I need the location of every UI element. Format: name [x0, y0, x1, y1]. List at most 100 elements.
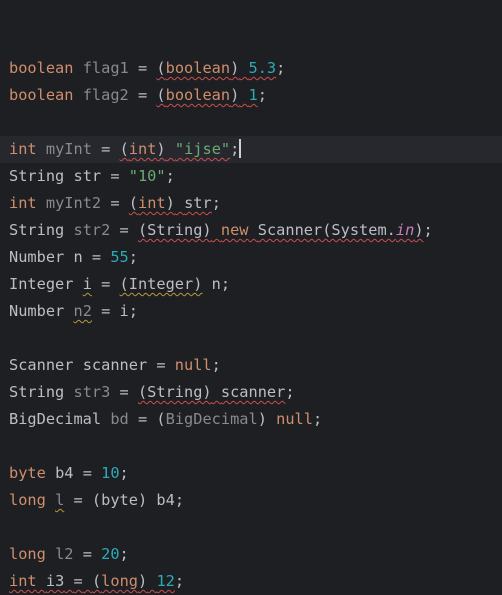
code-line-text: String str3 = (String) scanner; — [9, 379, 295, 406]
code-token: (String) — [137, 383, 212, 401]
code-token: in — [395, 221, 415, 239]
code-token: 1 — [248, 86, 258, 104]
code-token: str — [73, 167, 102, 185]
code-token: ; — [312, 410, 323, 428]
code-token: (Integer) — [119, 275, 203, 293]
code-token: l2 — [55, 545, 74, 563]
code-token: BigDecimal — [9, 410, 102, 428]
code-token: ; — [128, 302, 138, 320]
code-line-text: boolean flag2 = (boolean) 1; — [9, 82, 267, 109]
code-token: = — [73, 545, 102, 563]
code-line[interactable]: int i3 = (long) 12; — [0, 568, 502, 595]
code-token: int — [9, 194, 37, 212]
code-token: i — [119, 302, 129, 320]
code-token: myInt2 — [45, 194, 102, 212]
code-token: = — [91, 275, 120, 293]
code-line[interactable]: String str3 = (String) scanner; — [0, 379, 502, 406]
code-token: Scanner(System. — [257, 221, 396, 239]
code-token: ; — [285, 383, 295, 401]
code-token: i — [82, 275, 92, 293]
code-token: ( — [156, 410, 166, 428]
code-line[interactable] — [0, 109, 502, 136]
code-line[interactable]: long l2 = 20; — [0, 541, 502, 568]
code-line-text: String str2 = (String) new Scanner(Syste… — [9, 217, 433, 244]
code-editor[interactable]: boolean flag1 = (boolean) 5.3; boolean fl… — [0, 0, 502, 590]
code-token: = — [110, 221, 138, 239]
code-line-text: int myInt2 = (int) str; — [9, 190, 221, 217]
code-line-text: long l = (byte) b4; — [9, 487, 184, 514]
code-line[interactable]: Number n2 = i; — [0, 298, 502, 325]
code-line[interactable]: BigDecimal bd = (BigDecimal) null; — [0, 406, 502, 433]
code-token: "10" — [128, 167, 166, 185]
code-token: = — [101, 167, 129, 185]
code-line[interactable]: Integer i = (Integer) n; — [0, 271, 502, 298]
code-token-mixed: int i3 = (long) 12 — [9, 572, 175, 590]
code-line-text: Number n2 = i; — [9, 298, 138, 325]
code-line-text: BigDecimal bd = (BigDecimal) null; — [9, 406, 322, 433]
code-token: ; — [165, 167, 175, 185]
code-line[interactable] — [0, 28, 502, 55]
code-token: (boolean) — [156, 59, 240, 77]
code-line-text: long l2 = 20; — [9, 541, 129, 568]
code-line-text: Scanner scanner = null; — [9, 352, 221, 379]
code-token: int — [9, 140, 37, 158]
code-token: Scanner — [9, 356, 74, 374]
code-token: String — [9, 221, 65, 239]
code-token: = — [101, 194, 129, 212]
code-token: 10 — [101, 464, 120, 482]
code-token: ; — [220, 275, 231, 293]
code-token: Number — [9, 302, 65, 320]
code-token-cast: (boolean) — [156, 59, 239, 77]
code-token: str — [184, 194, 212, 212]
code-token: ; — [257, 86, 267, 104]
code-token: ) — [257, 410, 277, 428]
code-token: str2 — [73, 221, 111, 239]
code-token: n — [73, 248, 83, 266]
code-token: BigDecimal — [165, 410, 258, 428]
code-token: 20 — [101, 545, 120, 563]
code-token: = — [82, 248, 111, 266]
code-token: (int) — [119, 140, 166, 158]
code-token: = — [73, 464, 102, 482]
code-line[interactable]: byte b4 = 10; — [0, 460, 502, 487]
code-line[interactable]: String str = "10"; — [0, 163, 502, 190]
code-line[interactable] — [0, 433, 502, 460]
code-line-text: Integer i = (Integer) n; — [9, 271, 230, 298]
code-token: (byte) — [91, 491, 148, 509]
code-token: l — [55, 491, 65, 509]
code-token: byte — [9, 464, 46, 482]
code-line-text: String str = "10"; — [9, 163, 175, 190]
code-line[interactable]: Number n = 55; — [0, 244, 502, 271]
code-line[interactable]: int myInt2 = (int) str; — [0, 190, 502, 217]
code-token: boolean — [9, 86, 74, 104]
code-line[interactable]: String str2 = (String) new Scanner(Syste… — [0, 217, 502, 244]
code-token: flag1 — [82, 59, 129, 77]
code-token-cast: (byte) — [92, 491, 147, 509]
code-line[interactable]: int myInt = (int) "ijse"; — [0, 136, 502, 163]
code-line-text: int myInt = (int) "ijse"; — [9, 136, 241, 163]
code-token: myInt — [45, 140, 92, 158]
code-line[interactable]: Scanner scanner = null; — [0, 352, 502, 379]
code-token: (int) — [128, 194, 175, 212]
code-token: ; — [211, 356, 221, 374]
code-token: = — [64, 491, 92, 509]
code-token: (boolean) — [156, 86, 240, 104]
code-line[interactable]: long l = (byte) b4; — [0, 487, 502, 514]
code-line[interactable] — [0, 325, 502, 352]
code-token: 55 — [110, 248, 129, 266]
code-line-text: Number n = 55; — [9, 244, 138, 271]
code-token: "ijse" — [174, 140, 231, 158]
code-line[interactable]: boolean flag1 = (boolean) 5.3; — [0, 55, 502, 82]
code-line[interactable]: boolean flag2 = (boolean) 1; — [0, 82, 502, 109]
code-line[interactable] — [0, 514, 502, 541]
